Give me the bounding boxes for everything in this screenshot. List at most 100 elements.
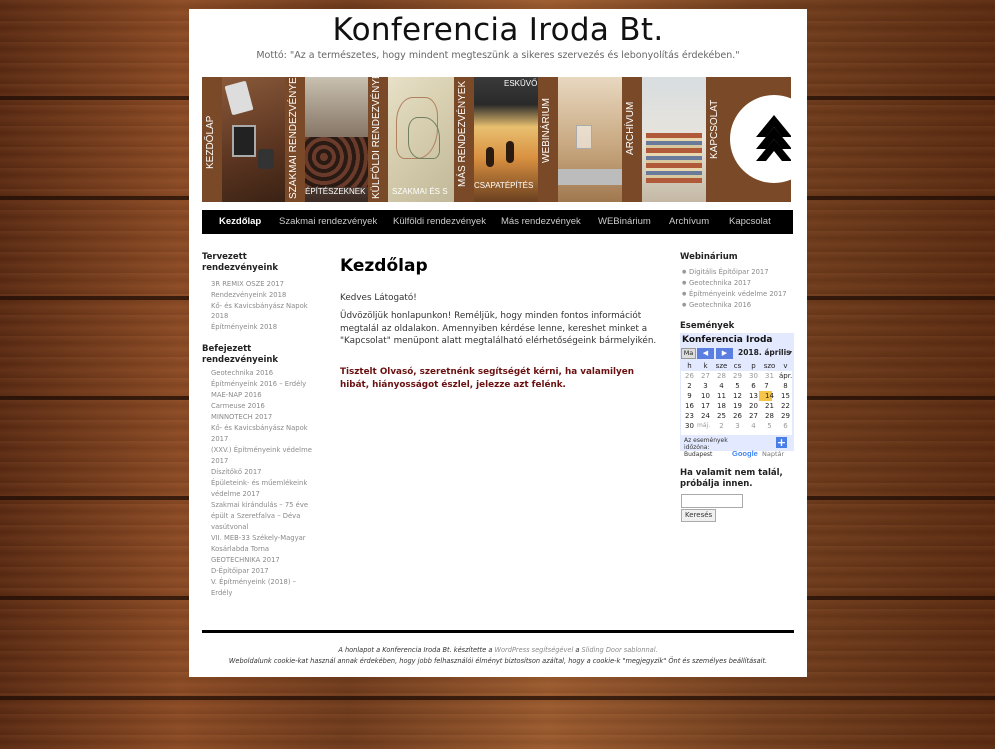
calendar-day[interactable]: 29 <box>779 411 792 421</box>
calendar-day[interactable]: 13 <box>747 391 760 401</box>
sidebar-link[interactable]: Építményeink 2016 – Erdély <box>211 379 306 389</box>
banner-label-szakmai: SZAKMAI RENDEZVÉNYEK <box>288 77 299 199</box>
calendar-day[interactable]: 30 <box>683 421 696 431</box>
sidebar-link[interactable]: Díszítőkő 2017 <box>211 467 262 477</box>
banner-strip-webinarium[interactable]: WEBINÁRIUM <box>538 77 558 202</box>
sidebar-link[interactable]: Építményeink 2018 <box>211 322 277 332</box>
webinar-link[interactable]: Építményeink védelme 2017 <box>689 289 787 300</box>
calendar-day[interactable]: 25 <box>715 411 728 421</box>
calendar-day[interactable]: 20 <box>747 401 760 411</box>
nav-kapcsolat[interactable]: Kapcsolat <box>729 210 771 234</box>
nav-archivum[interactable]: Archívum <box>669 210 709 234</box>
calendar-day[interactable]: 10 <box>699 391 712 401</box>
calendar-day[interactable]: 5 <box>763 421 776 431</box>
banner-strip-kapcsolat[interactable]: KAPCSOLAT <box>706 77 726 202</box>
sidebar-link[interactable]: GEOTECHNIKA 2017 <box>211 555 280 565</box>
sidebar-link[interactable]: Szakmai kirándulás – 75 éve <box>211 500 308 510</box>
sidebar-link[interactable]: 2018 <box>211 311 228 321</box>
calendar-day[interactable]: 4 <box>747 421 760 431</box>
calendar-day[interactable]: 15 <box>779 391 792 401</box>
sidebar-link[interactable]: Rendezvényeink 2018 <box>211 290 286 300</box>
nav-mas-rendezvenyek[interactable]: Más rendezvények <box>501 210 581 234</box>
nav-kulfoldi-rendezvenyek[interactable]: Külföldi rendezvények <box>393 210 486 234</box>
sidebar-link[interactable]: MINNOTECH 2017 <box>211 412 272 422</box>
sidebar-link[interactable]: Carmeuse 2016 <box>211 401 265 411</box>
calendar-day[interactable]: 31 <box>763 371 776 381</box>
sidebar-link[interactable]: MAE-NAP 2016 <box>211 390 262 400</box>
calendar-day[interactable]: 30 <box>747 371 760 381</box>
sidebar-link[interactable]: Kosárlabda Torna <box>211 544 269 554</box>
sidebar-link[interactable]: épült a Szeretfalva – Déva <box>211 511 300 521</box>
sidebar-link[interactable]: védelme 2017 <box>211 489 260 499</box>
nav-webinarium[interactable]: WEBinárium <box>598 210 651 234</box>
calendar-day[interactable]: 29 <box>731 371 744 381</box>
banner-logo-panel <box>726 77 791 202</box>
calendar-day[interactable]: 6 <box>747 381 760 391</box>
sidebar-heading-finished: Befejezett rendezvényeink <box>202 344 279 365</box>
timezone-line: időzóna: <box>684 444 710 451</box>
calendar-day[interactable]: 27 <box>747 411 760 421</box>
sidebar-link[interactable]: 2017 <box>211 456 228 466</box>
banner-strip-szakmai[interactable]: SZAKMAI RENDEZVÉNYEK <box>285 77 305 202</box>
site-title[interactable]: Konferencia Iroda Bt. <box>189 12 807 48</box>
calendar-prev-button[interactable]: ◀ <box>697 348 714 359</box>
calendar-day[interactable]: 9 <box>683 391 696 401</box>
sliding-door-link[interactable]: Sliding Door sablonnal. <box>582 646 658 654</box>
sidebar-link[interactable]: 2017 <box>211 434 228 444</box>
sidebar-link[interactable]: vasútvonal <box>211 522 248 532</box>
calendar-day[interactable]: 5 <box>731 381 744 391</box>
calendar-day[interactable]: 11 <box>715 391 728 401</box>
wordpress-link[interactable]: WordPress segítségével <box>495 646 574 654</box>
search-input[interactable] <box>681 494 743 508</box>
calendar-day[interactable]: 2 <box>683 381 696 391</box>
calendar-day[interactable]: 24 <box>699 411 712 421</box>
banner-strip-kulfoldi[interactable]: KÜLFÖLDI RENDEZVÉNYEK <box>368 77 388 202</box>
calendar-day[interactable]: 3 <box>699 381 712 391</box>
calendar-day[interactable]: 21 <box>763 401 776 411</box>
sidebar-link[interactable]: D-Építőipar 2017 <box>211 566 269 576</box>
calendar-day[interactable]: 28 <box>715 371 728 381</box>
calendar-day[interactable]: 4 <box>715 381 728 391</box>
sidebar-link[interactable]: Erdély <box>211 588 232 598</box>
calendar-dropdown-icon[interactable]: ▾ <box>789 349 792 356</box>
calendar-day[interactable]: ápr. <box>779 371 792 381</box>
calendar-day[interactable]: 18 <box>715 401 728 411</box>
nav-kezdolap[interactable]: Kezdőlap <box>219 210 261 234</box>
banner-strip-archivum[interactable]: ARCHÍVUM <box>622 77 642 202</box>
banner-strip-mas[interactable]: MÁS RENDEZVÉNYEK <box>454 77 474 202</box>
nav-szakmai-rendezvenyek[interactable]: Szakmai rendezvények <box>279 210 377 234</box>
sidebar-link[interactable]: Kő- és Kavicsbányász Napok <box>211 423 308 433</box>
calendar-day-today[interactable]: 7 <box>760 381 773 391</box>
webinar-link[interactable]: Geotechnika 2016 <box>689 300 751 311</box>
calendar-day[interactable]: 19 <box>731 401 744 411</box>
calendar-day[interactable]: 16 <box>683 401 696 411</box>
sidebar-link[interactable]: V. Építményeink (2018) – <box>211 577 296 587</box>
sidebar-link[interactable]: Kő- és Kavicsbányász Napok <box>211 301 308 311</box>
sidebar-link[interactable]: VII. MEB-33 Székely-Magyar <box>211 533 306 543</box>
calendar-next-button[interactable]: ▶ <box>716 348 733 359</box>
calendar-day[interactable]: 28 <box>763 411 776 421</box>
sidebar-link[interactable]: Épületeink- és műemlékeink <box>211 478 307 488</box>
sidebar-link[interactable]: Geotechnika 2016 <box>211 368 273 378</box>
calendar-day[interactable]: 26 <box>683 371 696 381</box>
webinar-link[interactable]: Geotechnika 2017 <box>689 278 751 289</box>
add-to-calendar-button[interactable]: + <box>776 437 787 448</box>
webinar-link[interactable]: Digitális Építőipar 2017 <box>689 267 769 278</box>
calendar-day[interactable]: máj. <box>697 421 710 431</box>
calendar-day[interactable]: 3 <box>731 421 744 431</box>
sidebar-link[interactable]: 3R REMIX OSZE 2017 <box>211 279 284 289</box>
sidebar-link[interactable]: (XXV.) Építményeink védelme <box>211 445 312 455</box>
calendar-day[interactable]: 14 <box>763 391 776 401</box>
calendar-day[interactable]: 22 <box>779 401 792 411</box>
calendar-day[interactable]: 27 <box>699 371 712 381</box>
calendar-day[interactable]: 8 <box>779 381 792 391</box>
calendar-day[interactable]: 17 <box>699 401 712 411</box>
calendar-today-button[interactable]: Ma <box>681 348 696 359</box>
banner-strip-kezdolap[interactable]: KEZDŐLAP <box>202 77 222 202</box>
calendar-day[interactable]: 2 <box>715 421 728 431</box>
calendar-day[interactable]: 12 <box>731 391 744 401</box>
calendar-day[interactable]: 6 <box>779 421 792 431</box>
calendar-day[interactable]: 26 <box>731 411 744 421</box>
search-button[interactable]: Keresés <box>681 509 717 522</box>
calendar-day[interactable]: 23 <box>683 411 696 421</box>
